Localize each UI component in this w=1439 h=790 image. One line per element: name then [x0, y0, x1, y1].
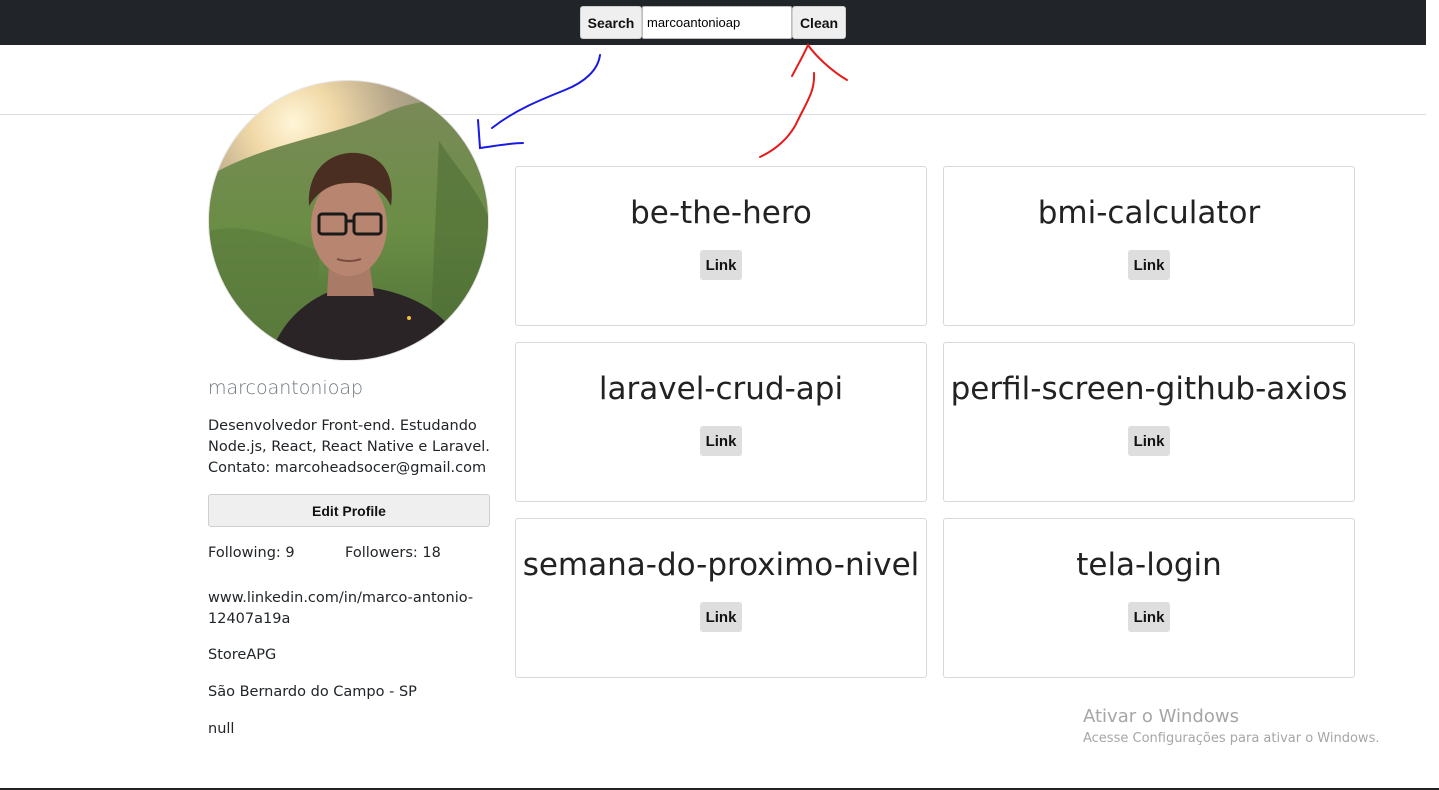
- profile-location: São Bernardo do Campo - SP: [208, 684, 417, 700]
- repo-card: tela-login Link: [943, 518, 1355, 678]
- blue-arrow-annotation: [477, 54, 601, 150]
- windows-activation-watermark: Ativar o Windows Acesse Configurações pa…: [1083, 706, 1379, 749]
- repo-link-button[interactable]: Link: [700, 602, 742, 632]
- bio-line: Contato: marcoheadsocer@gmail.com: [208, 460, 487, 476]
- repo-name: bmi-calculator: [1037, 195, 1261, 231]
- repo-card: semana-do-proximo-nivel Link: [515, 518, 927, 678]
- profile-company: StoreAPG: [208, 647, 277, 663]
- avatar: [208, 80, 489, 361]
- navbar-edge: [1426, 0, 1439, 45]
- edit-profile-button[interactable]: Edit Profile: [208, 494, 490, 527]
- repo-link-button[interactable]: Link: [700, 426, 742, 456]
- watermark-title: Ativar o Windows: [1083, 706, 1239, 727]
- avatar-photo: [209, 81, 488, 360]
- profile-extra: null: [208, 721, 235, 737]
- repo-name: tela-login: [1076, 547, 1222, 583]
- bio-line: Desenvolvedor Front-end. Estudando: [208, 418, 477, 434]
- repo-link-button[interactable]: Link: [1128, 602, 1170, 632]
- repo-link-button[interactable]: Link: [1128, 250, 1170, 280]
- profile-bio: Desenvolvedor Front-end. Estudando Node.…: [208, 416, 498, 479]
- repo-card: bmi-calculator Link: [943, 166, 1355, 326]
- clean-button[interactable]: Clean: [792, 6, 846, 39]
- header-divider: [0, 114, 1426, 115]
- followers-count: Followers: 18: [345, 545, 441, 561]
- repo-card: laravel-crud-api Link: [515, 342, 927, 502]
- profile-blog: www.linkedin.com/in/marco-antonio-12407a…: [208, 590, 474, 627]
- repo-link-button[interactable]: Link: [700, 250, 742, 280]
- search-button[interactable]: Search: [580, 6, 642, 39]
- repo-card: perfil-screen-github-axios Link: [943, 342, 1355, 502]
- red-arrow-annotation: [759, 42, 848, 158]
- watermark-subtitle: Acesse Configurações para ativar o Windo…: [1083, 731, 1380, 746]
- repo-name: laravel-crud-api: [598, 371, 844, 407]
- following-count: Following: 9: [208, 545, 295, 561]
- repo-name: perfil-screen-github-axios: [950, 371, 1348, 407]
- repo-name: semana-do-proximo-nivel: [522, 547, 920, 583]
- search-input[interactable]: [642, 6, 792, 39]
- repo-name: be-the-hero: [630, 195, 812, 231]
- bio-line: Node.js, React, React Native e Laravel.: [208, 439, 490, 455]
- repo-card: be-the-hero Link: [515, 166, 927, 326]
- repo-link-button[interactable]: Link: [1128, 426, 1170, 456]
- profile-username: marcoantonioap: [208, 377, 364, 399]
